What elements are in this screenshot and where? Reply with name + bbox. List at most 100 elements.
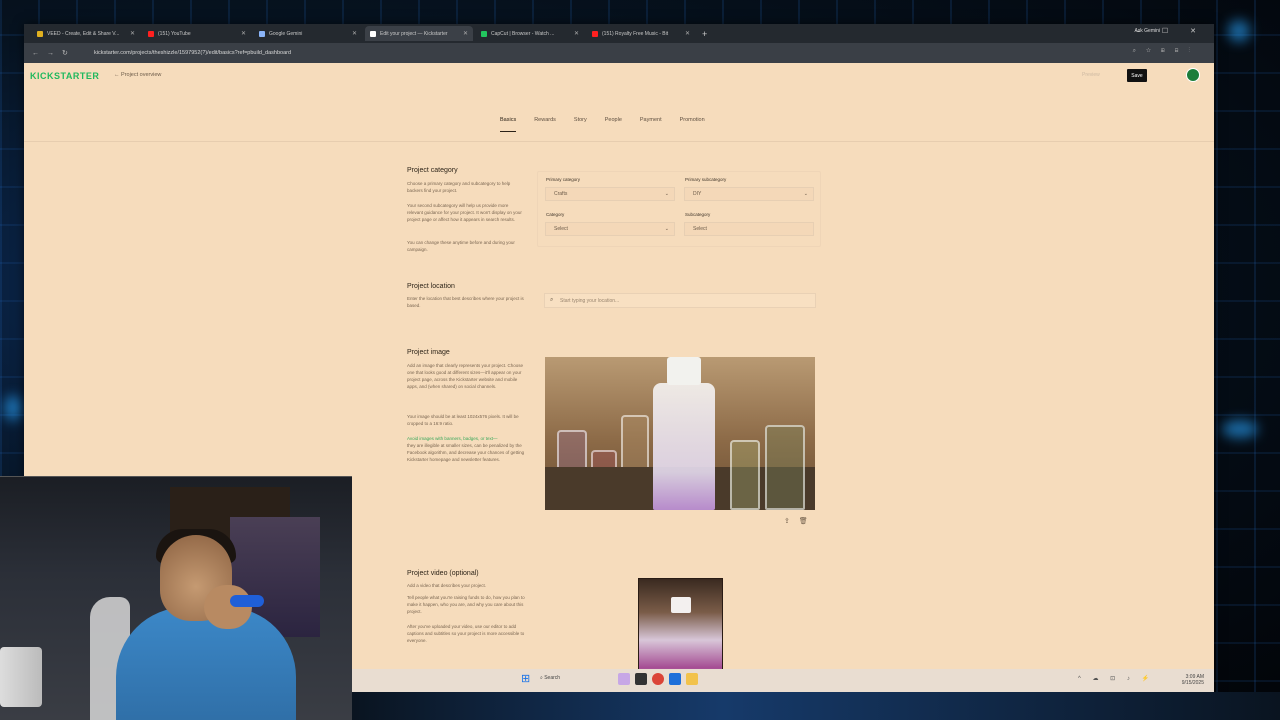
background-strip: [352, 692, 1280, 720]
project-overview-link[interactable]: ← Project overview: [114, 72, 161, 78]
address-bar: ← → ↻ kickstarter.com/projects/theshizzl…: [24, 43, 1214, 63]
forward-icon[interactable]: →: [47, 50, 54, 57]
category-label: Category: [546, 212, 565, 217]
project-video-title: Project video (optional): [407, 570, 479, 577]
jar-image: [765, 425, 805, 510]
tab-title: CapCut | Browser - Watch ...: [491, 30, 555, 37]
subcategory-label: Subcategory: [685, 212, 711, 217]
project-category-desc: Your second subcategory will help us pro…: [407, 203, 522, 222]
taskbar-app-icon[interactable]: [669, 673, 681, 685]
preview-button[interactable]: Preview: [1082, 72, 1100, 78]
taskbar-search[interactable]: ⌕ Search: [540, 675, 560, 681]
soap-pump-image: [671, 597, 691, 613]
chevron-down-icon: ⌄: [664, 191, 669, 197]
close-icon[interactable]: ✕: [352, 30, 357, 37]
browser-tab[interactable]: (151) Royalty Free Music - Bit ✕: [587, 26, 695, 41]
taskbar-search-label: Search: [544, 675, 561, 681]
select-value: DIY: [693, 191, 702, 197]
url-field[interactable]: kickstarter.com/projects/theshizzle/1597…: [94, 46, 291, 60]
project-category-desc: You can change these anytime before and …: [407, 240, 515, 252]
tab-title: (151) YouTube: [158, 30, 191, 37]
primary-subcategory-label: Primary subcategory: [685, 177, 727, 182]
upload-icon[interactable]: ⇪: [784, 518, 799, 525]
browser-tab[interactable]: (151) YouTube ✕: [143, 26, 251, 41]
kickstarter-logo[interactable]: KICKSTARTER: [30, 71, 99, 81]
taskbar-app-icon[interactable]: [618, 673, 630, 685]
window-controls[interactable]: – ☐ ✕: [1136, 27, 1206, 35]
avatar[interactable]: [1186, 68, 1200, 82]
tab-payment[interactable]: Payment: [640, 117, 662, 132]
system-tray[interactable]: ^ ☁ ⊡ ♪ ⚡: [1078, 675, 1154, 682]
webcam-overlay: [0, 476, 352, 720]
trash-icon[interactable]: 🗑: [799, 518, 817, 525]
project-video-desc: After you've uploaded your video, use ou…: [407, 624, 525, 643]
image-actions: ⇪🗑: [784, 517, 817, 525]
primary-category-select[interactable]: Crafts ⌄: [545, 187, 675, 201]
reload-icon[interactable]: ↻: [62, 49, 68, 57]
close-icon[interactable]: ✕: [130, 30, 135, 37]
tab-people[interactable]: People: [605, 117, 622, 132]
browser-tab[interactable]: Google Gemini ✕: [254, 26, 362, 41]
chrome-icon[interactable]: [652, 673, 664, 685]
project-image-preview: [545, 357, 815, 510]
capcut-icon: [481, 30, 487, 37]
chevron-down-icon: ⌄: [803, 191, 808, 197]
windows-start-icon[interactable]: ⊞: [521, 674, 532, 685]
location-input[interactable]: ⌕ Start typing your location...: [544, 293, 816, 308]
project-category-title: Project category: [407, 167, 458, 174]
address-bar-icons[interactable]: ⌕☆⊞⊟⋮: [1133, 48, 1200, 55]
folder-icon[interactable]: [686, 673, 698, 685]
webcam-cup: [0, 647, 42, 707]
tab-basics[interactable]: Basics: [500, 117, 517, 132]
divider: [24, 141, 1214, 142]
close-icon[interactable]: ✕: [574, 30, 579, 37]
project-video-desc: Tell people what you're raising funds to…: [407, 595, 525, 614]
edit-tabs: Basics Rewards Story People Payment Prom…: [500, 117, 723, 132]
tab-promotion[interactable]: Promotion: [680, 117, 705, 132]
save-button[interactable]: Save: [1127, 69, 1147, 82]
back-icon[interactable]: ←: [32, 50, 39, 57]
soap-pump-image: [667, 357, 701, 385]
subcategory-select[interactable]: Select: [684, 222, 814, 236]
webcam-person: [204, 585, 252, 629]
webcam-bottle: [230, 595, 264, 607]
tab-title: Google Gemini: [269, 30, 303, 37]
taskbar-apps: [618, 673, 698, 685]
search-icon: ⌕: [550, 297, 554, 303]
select-value: Select: [554, 226, 568, 232]
youtube-icon: [592, 30, 598, 37]
primary-subcategory-select[interactable]: DIY ⌄: [684, 187, 814, 201]
youtube-icon: [148, 30, 154, 37]
kickstarter-icon: [370, 30, 376, 37]
background-glow: [4, 395, 22, 421]
project-image-desc: they are illegible at smaller sizes, can…: [407, 443, 525, 462]
new-tab-button[interactable]: +: [702, 29, 707, 39]
project-image-warning: Avoid images with banners, badges, or te…: [407, 436, 498, 441]
soap-bottle-image: [653, 383, 715, 510]
clock-date: 9/15/2025: [1181, 680, 1204, 686]
browser-tab[interactable]: CapCut | Browser - Watch ... ✕: [476, 26, 584, 41]
category-select[interactable]: Select ⌄: [545, 222, 675, 236]
tab-story[interactable]: Story: [574, 117, 587, 132]
browser-tab-active[interactable]: Edit your project — Kickstarter ✕: [365, 26, 473, 41]
background-glow: [1228, 20, 1250, 42]
close-icon[interactable]: ✕: [241, 30, 246, 37]
close-icon[interactable]: ✕: [685, 30, 690, 37]
close-icon[interactable]: ✕: [463, 30, 468, 37]
project-location-title: Project location: [407, 283, 455, 290]
clock[interactable]: 3:09 AM 9/15/2025: [1182, 674, 1204, 686]
browser-tab[interactable]: VEED - Create, Edit & Share V... ✕: [32, 26, 140, 41]
tab-rewards[interactable]: Rewards: [534, 117, 556, 132]
background-glow: [1222, 420, 1258, 438]
project-video-desc: Add a video that describes your project.: [407, 583, 487, 588]
file-explorer-icon[interactable]: [635, 673, 647, 685]
gemini-icon: [259, 30, 265, 37]
project-location-desc: Enter the location that best describes w…: [407, 296, 524, 308]
jar-image: [730, 440, 760, 510]
select-value: Select: [693, 226, 707, 232]
project-image-desc: Add an image that clearly represents you…: [407, 363, 524, 389]
project-image-desc: Your image should be at least 1024x576 p…: [407, 414, 519, 426]
chevron-down-icon: ⌄: [664, 226, 669, 232]
tab-title: Edit your project — Kickstarter: [380, 30, 448, 37]
webcam-person: [116, 607, 296, 720]
